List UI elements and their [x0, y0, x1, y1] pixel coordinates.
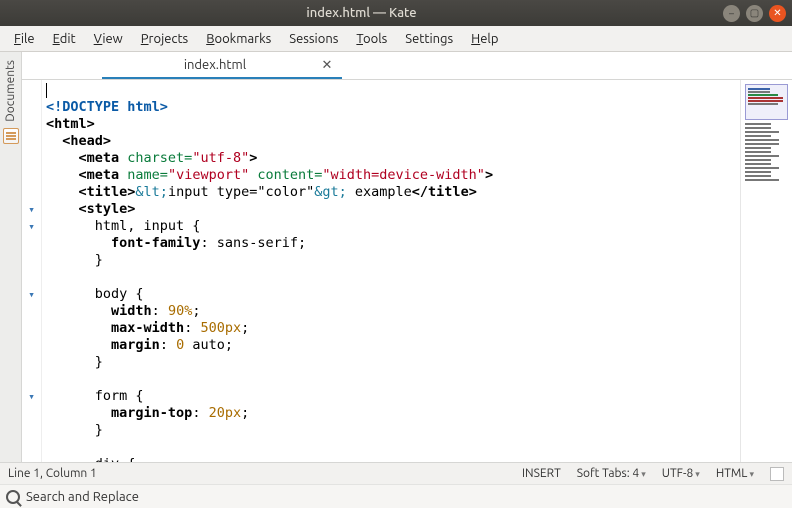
menu-bookmarks[interactable]: Bookmarks [198, 30, 279, 48]
fold-marker-icon[interactable]: ▾ [22, 201, 41, 218]
status-bar: Line 1, Column 1 INSERT Soft Tabs: 4 UTF… [0, 462, 792, 484]
menu-bar: File Edit View Projects Bookmarks Sessio… [0, 26, 792, 52]
window-close-button[interactable]: ✕ [769, 5, 786, 22]
window-title: index.html — Kate [6, 6, 717, 20]
syntax-selector[interactable]: HTML [716, 467, 754, 480]
menu-edit[interactable]: Edit [45, 30, 84, 48]
tab-index-html[interactable]: index.html ✕ [102, 52, 342, 79]
new-document-icon[interactable] [770, 467, 784, 481]
documents-panel-toggle[interactable]: Documents [4, 60, 17, 122]
menu-projects[interactable]: Projects [133, 30, 196, 48]
tab-label: index.html [110, 58, 320, 72]
fold-marker-icon[interactable]: ▾ [22, 388, 41, 405]
menu-help[interactable]: Help [463, 30, 506, 48]
menu-sessions[interactable]: Sessions [281, 30, 346, 48]
fold-gutter[interactable]: ▾ ▾ ▾ ▾ [22, 80, 42, 462]
minimap-viewport[interactable] [745, 84, 788, 120]
search-icon [6, 490, 20, 504]
search-replace-label: Search and Replace [26, 490, 139, 504]
indentation-selector[interactable]: Soft Tabs: 4 [577, 467, 646, 480]
menu-tools[interactable]: Tools [348, 30, 395, 48]
menu-file[interactable]: File [6, 30, 43, 48]
window-titlebar: index.html — Kate – ▢ ✕ [0, 0, 792, 26]
cursor-position[interactable]: Line 1, Column 1 [8, 467, 97, 480]
window-minimize-button[interactable]: – [723, 5, 740, 22]
fold-marker-icon[interactable]: ▾ [22, 286, 41, 303]
tab-bar: index.html ✕ [22, 52, 792, 80]
menu-settings[interactable]: Settings [397, 30, 461, 48]
code-editor[interactable]: <!DOCTYPE html> <html> <head> <meta char… [42, 80, 740, 462]
documents-icon[interactable] [3, 128, 19, 144]
window-maximize-button[interactable]: ▢ [746, 5, 763, 22]
left-sidebar: Documents [0, 52, 22, 462]
fold-marker-icon[interactable]: ▾ [22, 218, 41, 235]
search-replace-bar[interactable]: Search and Replace [0, 484, 792, 508]
text-cursor [46, 83, 47, 98]
tab-close-icon[interactable]: ✕ [320, 58, 334, 72]
edit-mode[interactable]: INSERT [522, 467, 561, 480]
minimap[interactable] [740, 80, 792, 462]
menu-view[interactable]: View [86, 30, 131, 48]
encoding-selector[interactable]: UTF-8 [662, 467, 700, 480]
